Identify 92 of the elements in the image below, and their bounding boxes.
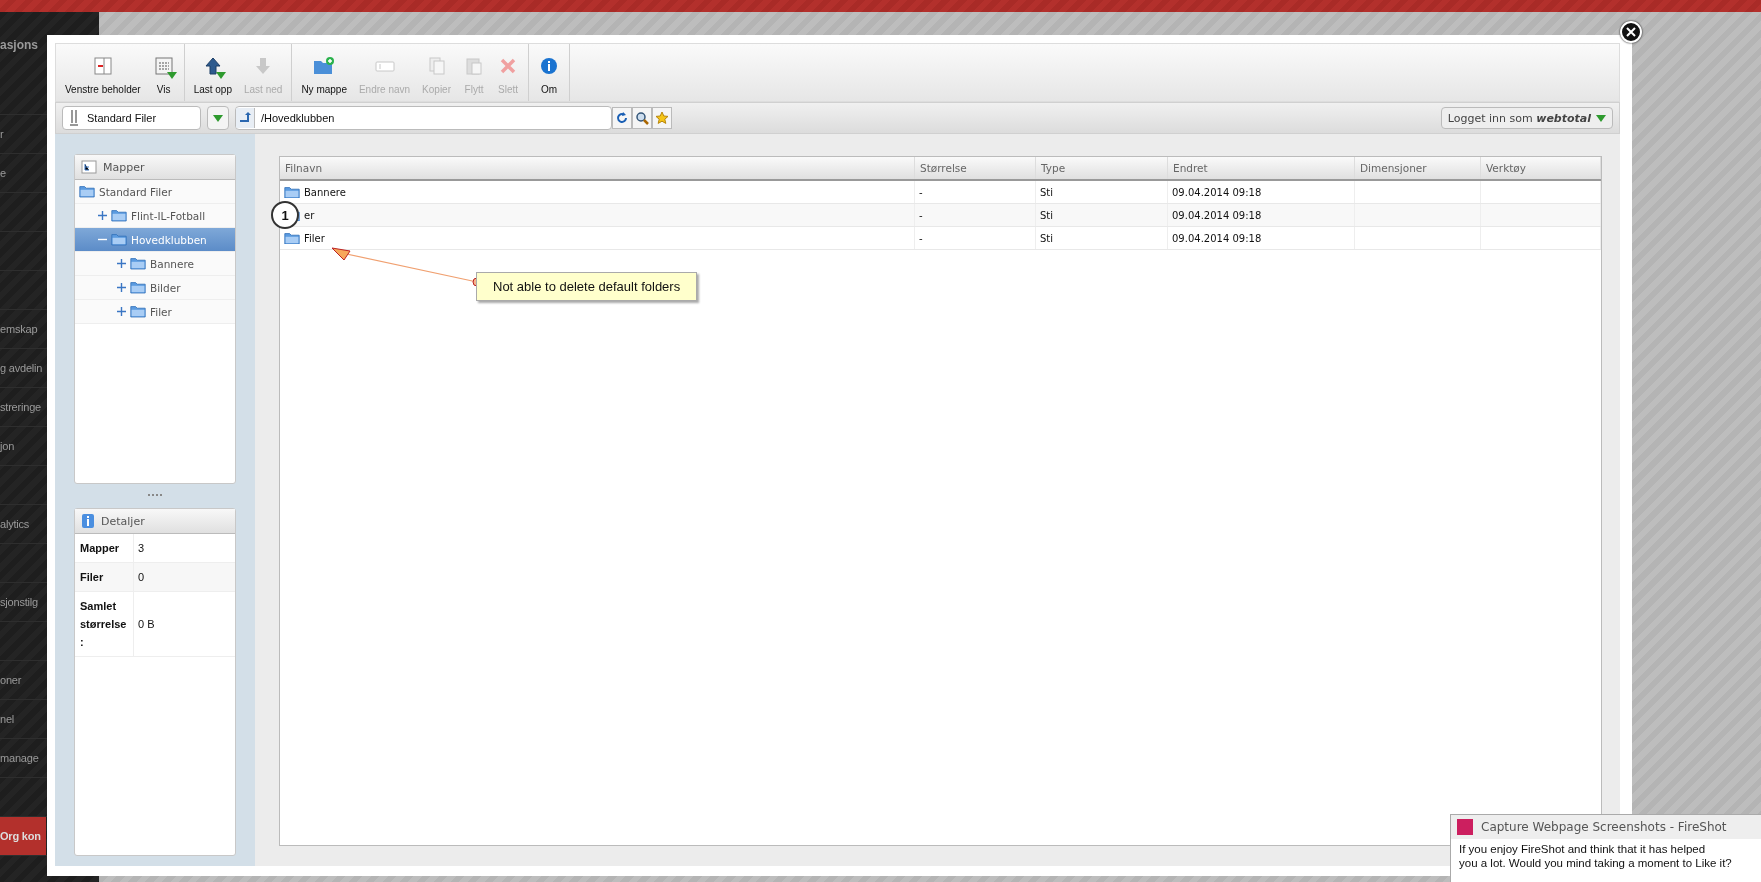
menu-item[interactable]: jon xyxy=(0,427,46,465)
down-arrow-icon xyxy=(254,57,273,75)
copy-icon xyxy=(427,57,446,75)
panel-title: Mapper xyxy=(103,160,145,174)
close-icon xyxy=(1626,27,1636,37)
folder-icon xyxy=(111,233,127,246)
tree-item[interactable]: Filer xyxy=(75,300,235,324)
dropdown-button[interactable] xyxy=(207,106,229,130)
storage-select[interactable]: Standard Filer xyxy=(62,106,201,130)
table-cell: Sti xyxy=(1036,181,1168,203)
folder-icon xyxy=(111,209,127,222)
expand-icon[interactable] xyxy=(117,307,126,316)
panel-icon xyxy=(93,57,112,75)
close-button[interactable] xyxy=(1620,21,1642,43)
panel-title: Detaljer xyxy=(101,514,145,528)
column-header[interactable]: Type xyxy=(1036,157,1168,179)
toolbar-button[interactable]: Om xyxy=(535,57,563,95)
clipboard-icon xyxy=(465,57,483,75)
column-header[interactable]: Endret xyxy=(1168,157,1355,179)
menu-item[interactable]: streringe xyxy=(0,388,46,426)
delete-icon xyxy=(499,57,517,75)
folder-icon xyxy=(284,185,300,199)
tree-icon xyxy=(81,160,97,174)
detail-label: Mapper xyxy=(75,534,134,562)
callout-note: Not able to delete default folders xyxy=(476,272,698,301)
detail-value: 3 xyxy=(137,541,146,556)
login-menu[interactable]: Logget inn som webtotal xyxy=(1440,107,1613,129)
tree-item[interactable]: Bannere xyxy=(75,252,235,276)
grid-icon xyxy=(154,57,173,75)
table-cell: 09.04.2014 09:18 xyxy=(1168,204,1355,226)
menu-item[interactable]: sjonstilg xyxy=(0,583,46,621)
folder-icon xyxy=(79,185,95,198)
caret-icon xyxy=(213,114,223,122)
folder-icon xyxy=(130,281,146,294)
sidebar-title: asjons xyxy=(0,38,38,52)
table-cell: Sti xyxy=(1036,227,1168,249)
folder-icon xyxy=(130,257,146,270)
table-cell: Bannere xyxy=(280,181,915,203)
info-icon xyxy=(540,57,558,75)
resize-grip[interactable] xyxy=(148,493,162,499)
refresh-icon xyxy=(616,112,628,124)
table-cell: 09.04.2014 09:18 xyxy=(1168,181,1355,203)
menu-item[interactable]: g avdelin xyxy=(0,349,46,387)
folder-icon xyxy=(130,305,146,318)
toolbar-button[interactable]: Venstre beholder xyxy=(62,57,144,95)
table-cell: - xyxy=(915,227,1036,249)
search-icon xyxy=(635,111,649,125)
column-header[interactable]: Verktøy xyxy=(1481,157,1601,179)
app-icon xyxy=(1457,819,1473,835)
column-header[interactable]: Filnavn xyxy=(280,157,915,179)
menu-item[interactable]: r xyxy=(0,115,46,153)
caret-icon xyxy=(1596,114,1606,122)
detail-label: Samlet størrelse : xyxy=(75,592,134,656)
path-field[interactable]: /Hovedklubben xyxy=(235,106,612,130)
info-icon xyxy=(81,513,95,529)
menu-item[interactable]: oner xyxy=(0,661,46,699)
toolbar-button[interactable]: Vis xyxy=(149,57,178,95)
tree-item[interactable]: Bilder xyxy=(75,276,235,300)
search-button[interactable] xyxy=(632,107,652,129)
popup-title: Capture Webpage Screenshots - FireShot xyxy=(1481,820,1727,834)
expand-icon[interactable] xyxy=(117,283,126,292)
toolbar-button[interactable]: Ny mappe xyxy=(298,57,350,95)
refresh-button[interactable] xyxy=(612,107,632,129)
table-cell: Sti xyxy=(1036,204,1168,226)
menu-item[interactable]: Org kon xyxy=(0,817,46,855)
up-arrow-icon xyxy=(203,57,222,75)
menu-item[interactable]: manage xyxy=(0,739,46,777)
star-icon xyxy=(655,111,669,125)
detail-label: Filer xyxy=(75,563,134,591)
popup-message: If you enjoy FireShot and think that it has helped xyxy=(1459,842,1707,856)
table-cell: - xyxy=(915,181,1036,203)
menu-item[interactable]: alytics xyxy=(0,505,46,543)
popup-message: you a lot. Would you mind taking a moment to Like it? xyxy=(1459,856,1733,870)
column-header[interactable]: Dimensjoner xyxy=(1355,157,1481,179)
new-folder-icon xyxy=(313,57,336,75)
folder-icon xyxy=(284,231,300,245)
drive-icon xyxy=(69,109,79,127)
menu-item[interactable]: nel xyxy=(0,700,46,738)
menu-item[interactable]: emskap xyxy=(0,310,46,348)
menu-item[interactable]: e xyxy=(0,154,46,192)
step-marker: 1 xyxy=(271,201,299,229)
table-cell: - xyxy=(915,204,1036,226)
expand-icon[interactable] xyxy=(117,259,126,268)
detail-value: 0 xyxy=(137,570,146,585)
expand-icon[interactable] xyxy=(98,211,107,220)
toolbar-button[interactable]: Last opp xyxy=(190,57,235,95)
column-header[interactable]: Størrelse xyxy=(915,157,1036,179)
detail-value: 0 B xyxy=(137,617,156,632)
table-cell: 09.04.2014 09:18 xyxy=(1168,227,1355,249)
tree-item[interactable]: Standard Filer xyxy=(75,180,235,204)
favorite-button[interactable] xyxy=(652,107,672,129)
tree-item[interactable]: Flint-IL-Fotball xyxy=(75,204,235,228)
